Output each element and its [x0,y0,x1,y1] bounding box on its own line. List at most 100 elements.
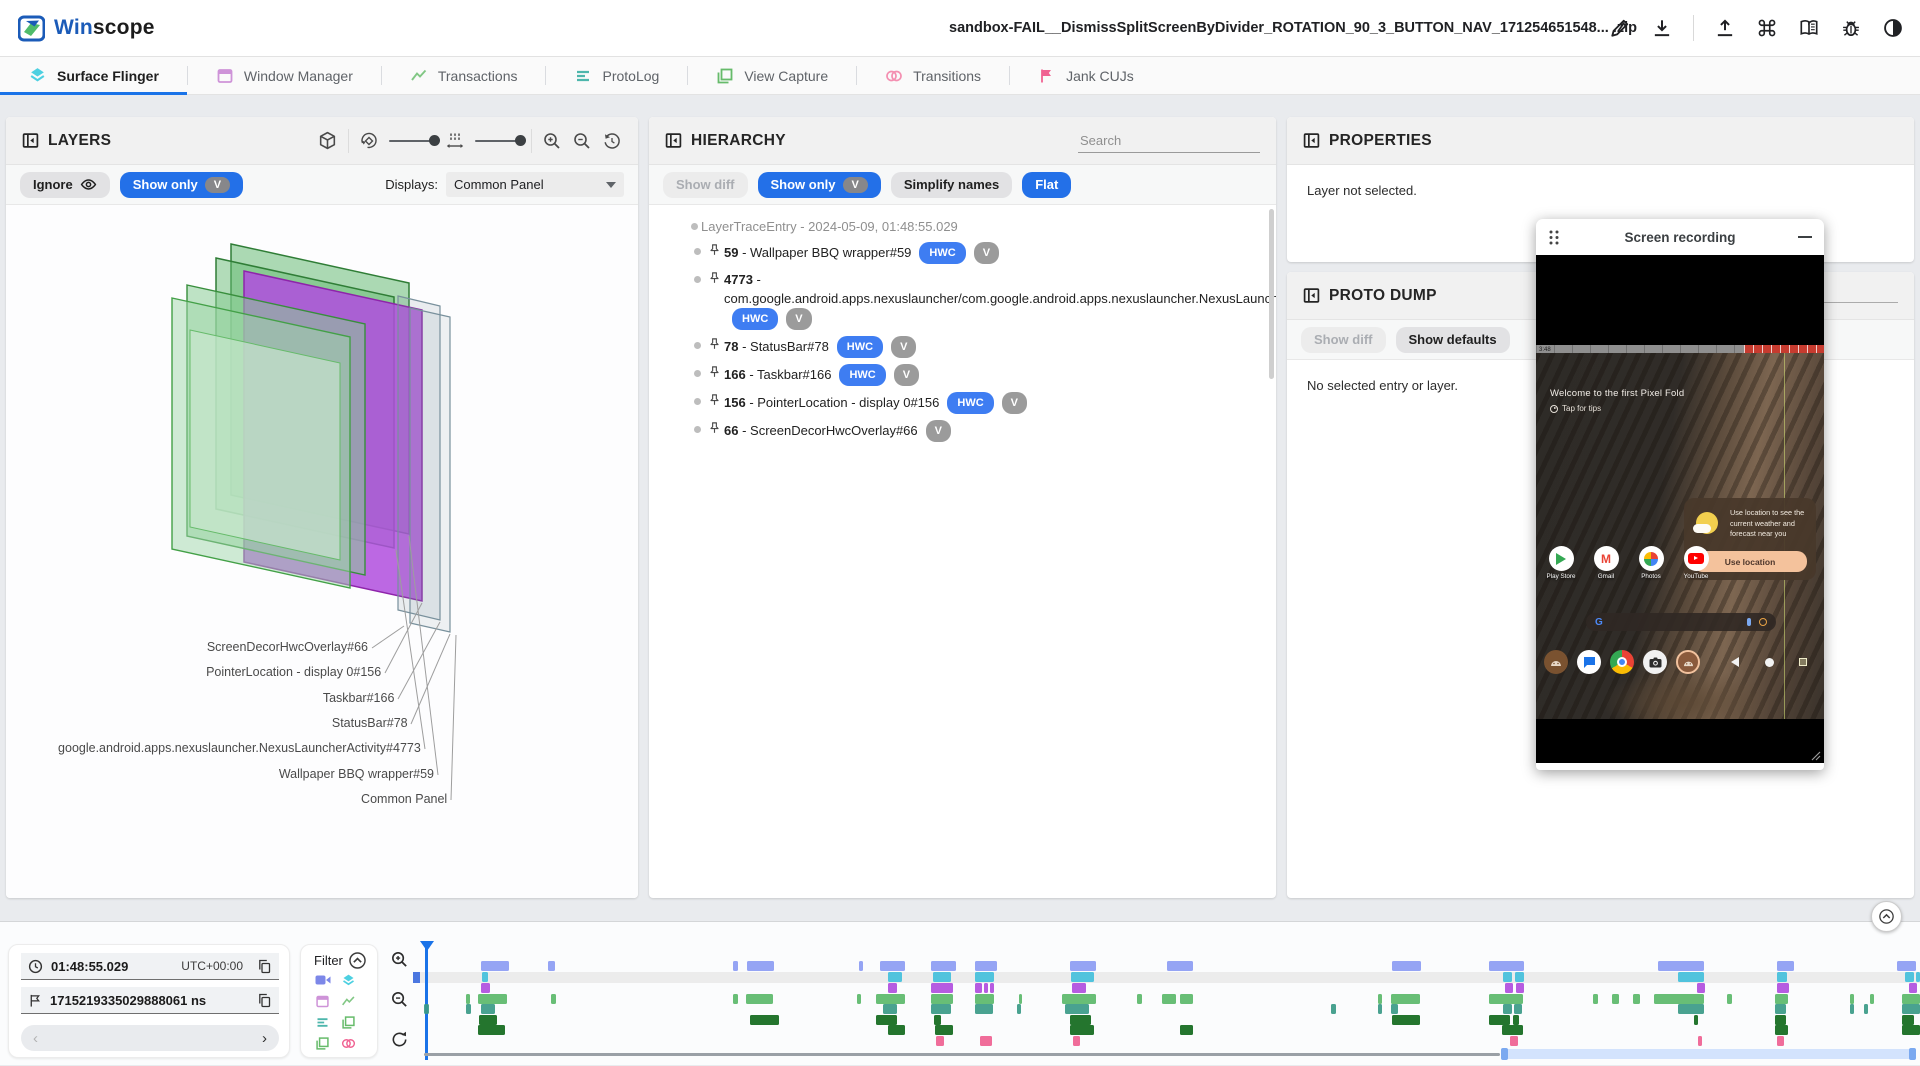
filter-window-manager-icon[interactable] [315,994,330,1009]
timeline-block-window-manager[interactable] [1505,983,1513,993]
documentation-icon[interactable] [1798,17,1820,39]
show-only-button[interactable]: Show only V [758,172,881,198]
human-time-field[interactable]: 01:48:55.029 UTC+00:00 [21,953,279,980]
timeline-block-transactions[interactable] [733,994,738,1004]
dark-mode-icon[interactable] [1882,17,1904,39]
tree-root-entry[interactable]: LayerTraceEntry - 2024-05-09, 01:48:55.0… [649,214,1276,239]
timeline-block-protolog[interactable] [1017,1004,1021,1014]
timeline-block-view-capture-a[interactable] [1392,1015,1420,1025]
timeline-block-screen-recording[interactable] [1392,961,1421,971]
download-icon[interactable] [1651,17,1673,39]
timeline-block-view-capture-a[interactable] [934,1015,941,1025]
timeline-block-window-manager[interactable] [975,983,982,993]
timeline-block-transactions[interactable] [857,994,861,1004]
timeline-block-transactions[interactable] [1378,994,1382,1004]
flat-button[interactable]: Flat [1022,172,1071,198]
rotate-icon[interactable] [359,131,379,151]
timeline-block-screen-recording[interactable] [733,961,738,971]
timeline-block-window-manager[interactable] [481,983,490,993]
prev-frame-icon[interactable]: ‹ [33,1030,38,1047]
layers-3d-canvas[interactable]: ScreenDecorHwcOverlay#66PointerLocation … [6,205,638,898]
timeline-block-protolog[interactable] [931,1004,951,1014]
timeline-block-surface-flinger[interactable] [1071,972,1094,982]
minimize-icon[interactable] [1798,236,1812,239]
timeline-block-protolog[interactable] [1331,1004,1336,1014]
timeline-block-transactions[interactable] [1902,994,1920,1004]
tab-window-manager[interactable]: Window Manager [188,57,381,94]
edit-icon[interactable] [1609,17,1631,39]
timeline-block-screen-recording[interactable] [859,961,863,971]
timeline-block-transactions[interactable] [876,994,905,1004]
timeline-block-window-manager[interactable] [1909,983,1917,993]
shortcuts-icon[interactable] [1756,17,1778,39]
timeline-block-transitions[interactable] [1698,1036,1702,1046]
show-diff-button[interactable]: Show diff [663,172,748,198]
tab-transactions[interactable]: Transactions [382,57,546,94]
timeline-block-surface-flinger[interactable] [1916,972,1920,982]
rotation-slider[interactable] [389,140,435,142]
timeline-block-transactions[interactable] [1391,994,1420,1004]
timeline-block-window-manager[interactable] [984,983,988,993]
timeline-block-transactions[interactable] [1180,994,1193,1004]
timeline-block-protolog[interactable] [1065,1004,1089,1014]
hierarchy-search-input[interactable] [1078,129,1260,153]
next-frame-icon[interactable]: › [262,1030,267,1047]
timeline-block-screen-recording[interactable] [880,961,905,971]
timeline-block-screen-recording[interactable] [1777,961,1794,971]
timeline-block-surface-flinger[interactable] [1905,972,1914,982]
displays-select[interactable]: Common Panel [446,172,624,197]
tab-transitions[interactable]: Transitions [857,57,1009,94]
timeline-block-view-capture-a[interactable] [1513,1015,1519,1025]
reset-view-icon[interactable] [602,131,622,151]
timeline-block-protolog[interactable] [1775,1004,1786,1014]
tab-protolog[interactable]: ProtoLog [546,57,687,94]
timeline-block-screen-recording[interactable] [747,961,774,971]
timeline-block-view-capture-a[interactable] [479,1015,497,1025]
show-defaults-button[interactable]: Show defaults [1396,327,1510,353]
timeline-block-view-capture-a[interactable] [1902,1015,1914,1025]
timeline-block-window-manager[interactable] [1777,983,1789,993]
filter-protolog-icon[interactable] [315,1015,330,1030]
upload-icon[interactable] [1714,17,1736,39]
timeline-block-transitions[interactable] [1510,1036,1518,1046]
3d-view-icon[interactable] [317,130,338,151]
timeline-block-transactions[interactable] [1062,994,1096,1004]
timeline-block-view-capture-a[interactable] [1775,1015,1786,1025]
timeline-block-transactions[interactable] [1727,994,1732,1004]
zoom-out-icon[interactable] [572,131,592,151]
timeline-block-surface-flinger[interactable] [888,972,902,982]
timeline-block-transactions[interactable] [1850,994,1854,1004]
timeline-block-view-capture-b[interactable] [478,1025,505,1035]
timeline-block-surface-flinger[interactable] [1777,972,1787,982]
copy-icon[interactable] [257,993,272,1008]
timeline-block-surface-flinger[interactable] [975,972,994,982]
timeline-block-protolog[interactable] [481,1004,495,1014]
spacing-slider[interactable] [475,140,521,142]
timeline-block-window-manager[interactable] [1516,983,1524,993]
panel-collapse-icon[interactable] [1303,287,1320,304]
hierarchy-node[interactable]: 59 - Wallpaper BBQ wrapper#59HWCV [649,239,1276,267]
hierarchy-node[interactable]: 66 - ScreenDecorHwcOverlay#66V [649,417,1276,445]
timeline-block-transactions[interactable] [1137,994,1142,1004]
resize-handle-icon[interactable] [1811,751,1821,761]
timeline-block-view-capture-b[interactable] [1502,1025,1523,1035]
timeline-block-screen-recording[interactable] [481,961,509,971]
timeline-block-protolog[interactable] [1678,1004,1704,1014]
timeline-block-view-capture-b[interactable] [1070,1025,1094,1035]
filter-surface-flinger-icon[interactable] [341,973,356,988]
timeline-block-transactions[interactable] [1775,994,1788,1004]
timeline-block-protolog[interactable] [883,1004,897,1014]
filter-transactions-icon[interactable] [341,994,356,1009]
panel-collapse-icon[interactable] [1303,132,1320,149]
timeline-block-transactions[interactable] [1019,994,1022,1004]
timeline-block-screen-recording[interactable] [931,961,956,971]
collapse-filter-icon[interactable] [349,952,366,969]
tab-surface-flinger[interactable]: Surface Flinger [0,57,187,94]
timeline-block-protolog[interactable] [466,1004,471,1014]
timeline-block-transitions[interactable] [1073,1036,1080,1046]
timeline-block-transactions[interactable] [1654,994,1704,1004]
timeline-block-view-capture-b[interactable] [935,1025,953,1035]
timeline-block-protolog[interactable] [1514,1004,1522,1014]
timeline-block-transitions[interactable] [1777,1036,1784,1046]
range-handle-right[interactable] [1909,1048,1916,1060]
